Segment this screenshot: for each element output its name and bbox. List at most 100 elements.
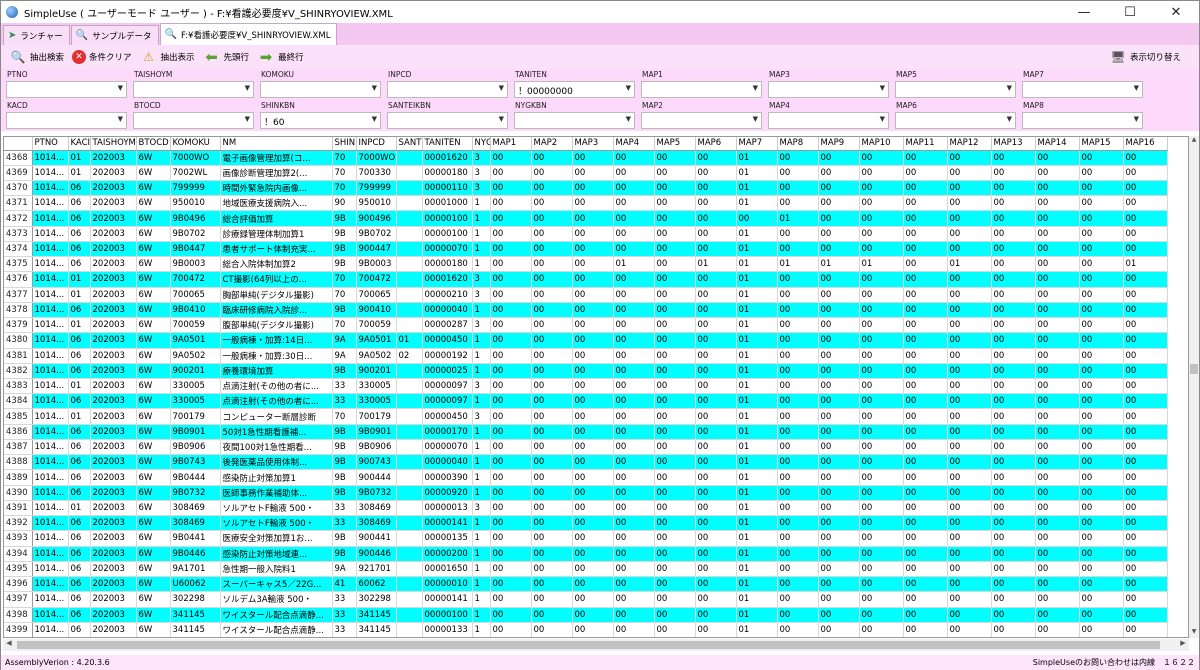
table-cell[interactable]: [396, 302, 423, 319]
table-cell[interactable]: 3: [472, 287, 491, 303]
table-cell[interactable]: 06: [68, 515, 91, 532]
table-cell[interactable]: 00: [1123, 408, 1168, 425]
table-cell[interactable]: 00000200: [422, 546, 473, 562]
table-cell[interactable]: 00: [1035, 150, 1080, 166]
table-cell[interactable]: 00: [777, 317, 819, 334]
table-cell[interactable]: 00: [531, 271, 573, 288]
table-cell[interactable]: 00: [1079, 439, 1124, 456]
table-cell[interactable]: 00: [947, 469, 992, 486]
table-cell[interactable]: 00: [991, 393, 1036, 410]
table-row[interactable]: 4394 1014... 06 202003 6W 9B0446 感染防止対策地域連... 9…: [4, 546, 1168, 562]
table-cell[interactable]: 00: [818, 210, 860, 227]
table-cell[interactable]: 1014...: [32, 576, 69, 593]
table-cell[interactable]: 00: [1035, 363, 1080, 380]
table-cell[interactable]: 06: [68, 226, 91, 242]
table-cell[interactable]: 00000070: [422, 241, 473, 258]
table-cell[interactable]: 00: [531, 210, 573, 227]
table-cell[interactable]: 06: [68, 180, 91, 197]
table-cell[interactable]: 9B: [332, 226, 357, 242]
table-cell[interactable]: 00000097: [422, 378, 473, 395]
table-cell[interactable]: 00: [613, 607, 655, 623]
table-cell[interactable]: 3: [472, 150, 491, 166]
table-cell[interactable]: 00: [991, 378, 1036, 395]
table-cell[interactable]: 00: [1123, 287, 1168, 303]
table-cell[interactable]: 799999: [356, 180, 397, 197]
table-cell[interactable]: 9B0906: [356, 439, 397, 456]
table-cell[interactable]: 00: [695, 317, 737, 334]
table-cell[interactable]: [396, 454, 423, 471]
table-cell[interactable]: 00: [777, 439, 819, 456]
first-row-button[interactable]: ⬅ 先頭行: [203, 48, 249, 66]
table-cell[interactable]: 00: [903, 485, 948, 501]
table-cell[interactable]: 00: [1035, 408, 1080, 425]
table-cell[interactable]: 00: [490, 332, 532, 349]
table-cell[interactable]: 00: [572, 165, 614, 181]
table-cell[interactable]: 00: [991, 195, 1036, 212]
table-cell[interactable]: 00: [947, 546, 992, 562]
table-cell[interactable]: 341145: [170, 622, 221, 637]
table-cell[interactable]: 00: [572, 607, 614, 623]
display-switch-button[interactable]: 🖥 表示切り替え: [1109, 49, 1181, 65]
table-cell[interactable]: 00: [991, 561, 1036, 578]
table-cell[interactable]: 00: [695, 607, 737, 623]
horizontal-scrollbar[interactable]: ◀ ▶: [3, 639, 1189, 651]
table-cell[interactable]: 1: [472, 439, 491, 456]
table-cell[interactable]: 1: [472, 576, 491, 593]
table-cell[interactable]: 01: [736, 469, 778, 486]
table-cell[interactable]: 50対1急性期看護補...: [220, 424, 333, 440]
table-cell[interactable]: 00000141: [422, 638, 472, 639]
table-cell[interactable]: 00: [531, 332, 573, 349]
table-cell[interactable]: 202003: [90, 317, 137, 334]
table-cell[interactable]: 後発医薬品使用体制...: [220, 454, 333, 471]
table-cell[interactable]: 00: [1123, 576, 1168, 593]
table-cell[interactable]: 1014...: [32, 469, 69, 486]
table-cell[interactable]: 00: [777, 454, 819, 471]
row-number[interactable]: 4387: [4, 439, 33, 456]
row-number[interactable]: 4396: [4, 576, 33, 593]
table-cell[interactable]: 診療録管理体制加算1: [220, 226, 333, 242]
table-cell[interactable]: [396, 546, 423, 562]
table-cell[interactable]: 9A: [332, 332, 357, 349]
table-cell[interactable]: 202003: [90, 302, 137, 319]
table-cell[interactable]: 9A0501: [170, 332, 221, 349]
table-cell[interactable]: 急性期一般入院料1: [220, 561, 333, 578]
table-cell[interactable]: 6W: [136, 210, 171, 227]
table-cell[interactable]: 01: [736, 485, 778, 501]
table-cell[interactable]: 00: [859, 210, 904, 227]
table-cell[interactable]: 00: [613, 576, 655, 593]
table-cell[interactable]: 06: [68, 591, 91, 608]
table-cell[interactable]: 341145: [356, 607, 397, 623]
table-cell[interactable]: 900410: [356, 302, 397, 319]
table-cell[interactable]: 00: [1035, 332, 1080, 349]
table-cell[interactable]: 00: [490, 485, 532, 501]
column-header-nm[interactable]: NM: [220, 137, 333, 151]
table-cell[interactable]: 1014...: [32, 302, 69, 319]
table-cell[interactable]: 9B: [332, 210, 357, 227]
table-cell[interactable]: 341145: [356, 622, 397, 637]
table-cell[interactable]: 00: [947, 408, 992, 425]
table-cell[interactable]: 00: [654, 515, 696, 532]
table-cell[interactable]: 00: [1123, 424, 1168, 440]
table-cell[interactable]: 00: [695, 561, 737, 578]
table-cell[interactable]: 202003: [90, 287, 137, 303]
table-cell[interactable]: 00: [613, 165, 655, 181]
table-cell[interactable]: 00: [777, 165, 819, 181]
table-cell[interactable]: 00: [991, 576, 1036, 593]
table-cell[interactable]: 00: [903, 165, 948, 181]
table-cell[interactable]: 00: [613, 180, 655, 197]
table-cell[interactable]: 01: [736, 378, 778, 395]
table-cell[interactable]: 00: [777, 515, 819, 532]
table-cell[interactable]: 00: [1035, 439, 1080, 456]
filter-combobox[interactable]: ▼: [133, 112, 254, 129]
table-cell[interactable]: 202003: [90, 271, 137, 288]
table-cell[interactable]: [396, 150, 423, 166]
table-cell[interactable]: 00: [859, 363, 904, 380]
table-cell[interactable]: 00: [1035, 485, 1080, 501]
table-cell[interactable]: 00: [991, 363, 1036, 380]
table-cell[interactable]: 01: [68, 500, 91, 517]
column-header-map15[interactable]: MAP15: [1079, 137, 1124, 151]
table-cell[interactable]: 00: [991, 226, 1036, 242]
table-cell[interactable]: 6W: [136, 607, 171, 623]
table-cell[interactable]: 地域医療支援病院入...: [220, 195, 333, 212]
table-cell[interactable]: 01: [736, 256, 778, 273]
